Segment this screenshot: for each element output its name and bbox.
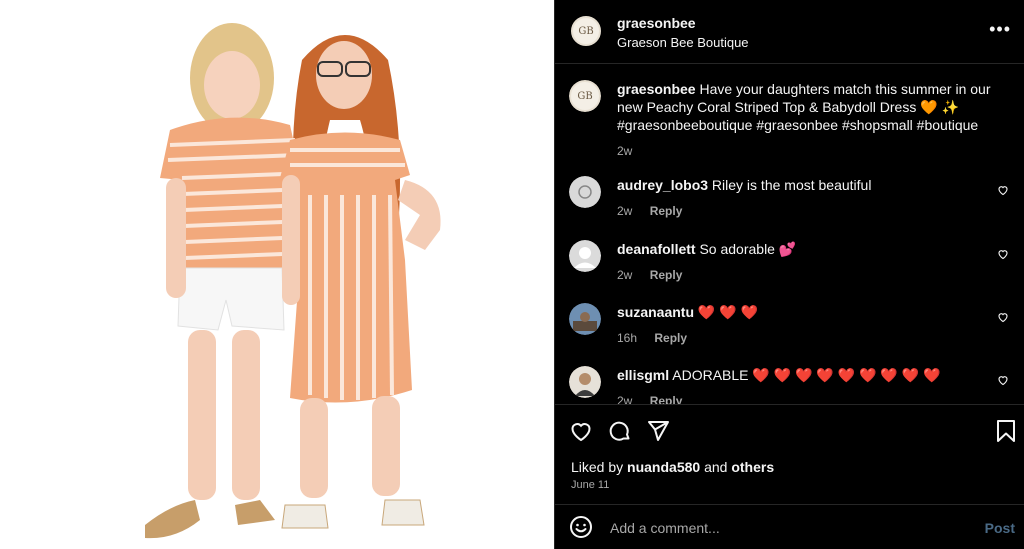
comment-meta: 2w Reply <box>617 392 997 404</box>
comment-time[interactable]: 2w <box>617 394 632 404</box>
reply-button[interactable]: Reply <box>650 204 683 218</box>
photo-two-girls-striped-outfits <box>0 0 554 549</box>
comment-time[interactable]: 2w <box>617 268 632 282</box>
comment-username[interactable]: deanafollett <box>617 241 696 257</box>
brand-logo: GB <box>569 80 601 112</box>
comment-body: audrey_lobo3 Riley is the most beautiful… <box>617 176 997 220</box>
like-comment-heart-icon[interactable] <box>997 311 1009 323</box>
comments-list[interactable]: GB graesonbee Have your daughters match … <box>555 64 1024 405</box>
add-comment-bar: Post <box>555 505 1024 549</box>
like-comment-heart-icon[interactable] <box>997 374 1009 386</box>
comment-text: So adorable 💕 <box>699 241 797 257</box>
emoji-icon[interactable] <box>569 515 593 539</box>
like-comment-heart-icon[interactable] <box>997 184 1009 196</box>
reply-button[interactable]: Reply <box>650 268 683 282</box>
author-username[interactable]: graesonbee <box>617 15 696 31</box>
caption-meta: 2w <box>617 142 997 160</box>
comment-username[interactable]: audrey_lobo3 <box>617 177 708 193</box>
avatar-image <box>569 176 601 208</box>
post-photo[interactable] <box>0 0 554 549</box>
likes-prefix: Liked by <box>571 459 628 475</box>
comment-username[interactable]: ellisgml <box>617 367 669 383</box>
comment-body: suzanaantu ❤️ ❤️ ❤️ 16h Reply <box>617 303 997 347</box>
comment-text: ❤️ ❤️ ❤️ <box>697 304 758 320</box>
comment-meta: 16h Reply <box>617 329 997 347</box>
likes-others-link[interactable]: others <box>731 459 774 475</box>
comment-body: deanafollett So adorable 💕 2w Reply <box>617 240 997 284</box>
comment-meta: 2w Reply <box>617 266 997 284</box>
liked-by-user[interactable]: nuanda580 <box>627 459 700 475</box>
post-button[interactable]: Post <box>985 520 1015 536</box>
share-icon[interactable] <box>646 419 670 443</box>
likes-mid: and <box>700 459 732 475</box>
likes-summary: Liked by nuanda580 and others <box>571 459 774 475</box>
post-date[interactable]: June 11 <box>571 479 609 491</box>
post-header: GB graesonbee Graeson Bee Boutique ••• <box>555 0 1024 64</box>
like-comment-heart-icon[interactable] <box>997 248 1009 260</box>
bookmark-icon[interactable] <box>995 419 1017 443</box>
commenter-avatar[interactable] <box>569 366 601 398</box>
instagram-post-view: GB graesonbee Graeson Bee Boutique ••• G… <box>0 0 1024 549</box>
avatar-image <box>569 366 601 398</box>
caption-body: graesonbee Have your daughters match thi… <box>617 80 997 160</box>
comment-body: ellisgml ADORABLE ❤️ ❤️ ❤️ ❤️ ❤️ ❤️ ❤️ ❤… <box>617 366 997 404</box>
author-avatar[interactable]: GB <box>569 80 601 112</box>
comment-time[interactable]: 16h <box>617 331 637 345</box>
comment-input[interactable] <box>608 517 972 539</box>
comment-icon[interactable] <box>608 419 632 443</box>
default-avatar-icon <box>569 240 601 272</box>
author-subtitle[interactable]: Graeson Bee Boutique <box>617 35 749 50</box>
commenter-avatar[interactable] <box>569 303 601 335</box>
comment-text: ADORABLE ❤️ ❤️ ❤️ ❤️ ❤️ ❤️ ❤️ ❤️ ❤️ <box>672 367 941 383</box>
reply-button[interactable]: Reply <box>654 331 687 345</box>
post-side-panel: GB graesonbee Graeson Bee Boutique ••• G… <box>554 0 1024 549</box>
more-icon[interactable]: ••• <box>989 19 1011 40</box>
comment-username[interactable]: suzanaantu <box>617 304 694 320</box>
author-avatar[interactable]: GB <box>571 16 601 46</box>
caption-time[interactable]: 2w <box>617 144 632 158</box>
comment-meta: 2w Reply <box>617 202 997 220</box>
reply-button[interactable]: Reply <box>650 394 683 404</box>
caption-username[interactable]: graesonbee <box>617 81 696 97</box>
avatar-image <box>569 303 601 335</box>
commenter-avatar[interactable] <box>569 176 601 208</box>
comment-text: Riley is the most beautiful <box>711 177 872 193</box>
heart-icon[interactable] <box>569 419 593 443</box>
commenter-avatar[interactable] <box>569 240 601 272</box>
post-actions: Liked by nuanda580 and others June 11 <box>555 405 1024 505</box>
comment-time[interactable]: 2w <box>617 204 632 218</box>
